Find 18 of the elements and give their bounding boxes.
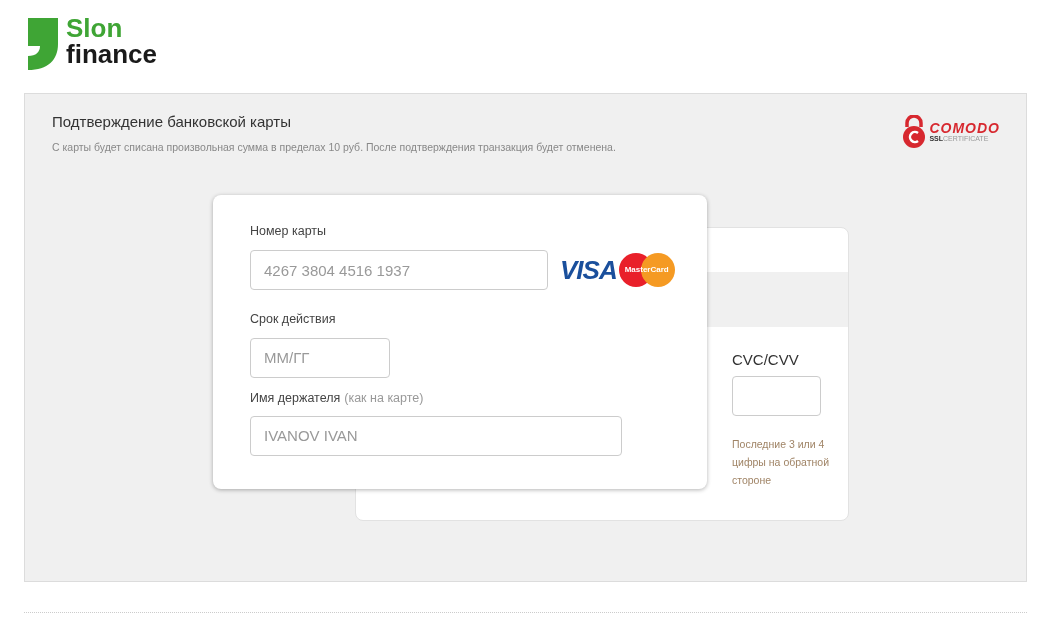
padlock-icon: [902, 114, 927, 149]
holder-label: Имя держателя: [250, 389, 341, 407]
panel-subtitle: С карты будет списана произвольная сумма в пределах 10 руб. После подтверждения транзакция будет отменена.: [52, 139, 616, 155]
logo-mark-icon: [28, 18, 58, 70]
seal-name: COMODO: [929, 121, 1000, 136]
expiry-input[interactable]: ММ/ГГ: [250, 337, 390, 378]
expiry-label: Срок действия: [250, 311, 337, 328]
cvc-label: CVC/CVV: [732, 350, 800, 371]
card-number-label: Номер карты: [250, 223, 328, 241]
holder-note: (как на карте): [344, 389, 424, 407]
panel-title: Подтверждение банковской карты: [52, 112, 292, 132]
logo-text: Slon: [66, 15, 124, 41]
cvc-hint: Последние 3 или 4 цифры на обратной стороне: [732, 436, 830, 488]
cvc-input[interactable]: [732, 375, 821, 416]
logo-text: finance: [66, 41, 158, 67]
holder-input[interactable]: IVANOV IVAN: [250, 415, 622, 456]
visa-logo: VISA: [560, 253, 617, 287]
card-number-input[interactable]: 4267 3804 4516 1937: [250, 250, 548, 290]
